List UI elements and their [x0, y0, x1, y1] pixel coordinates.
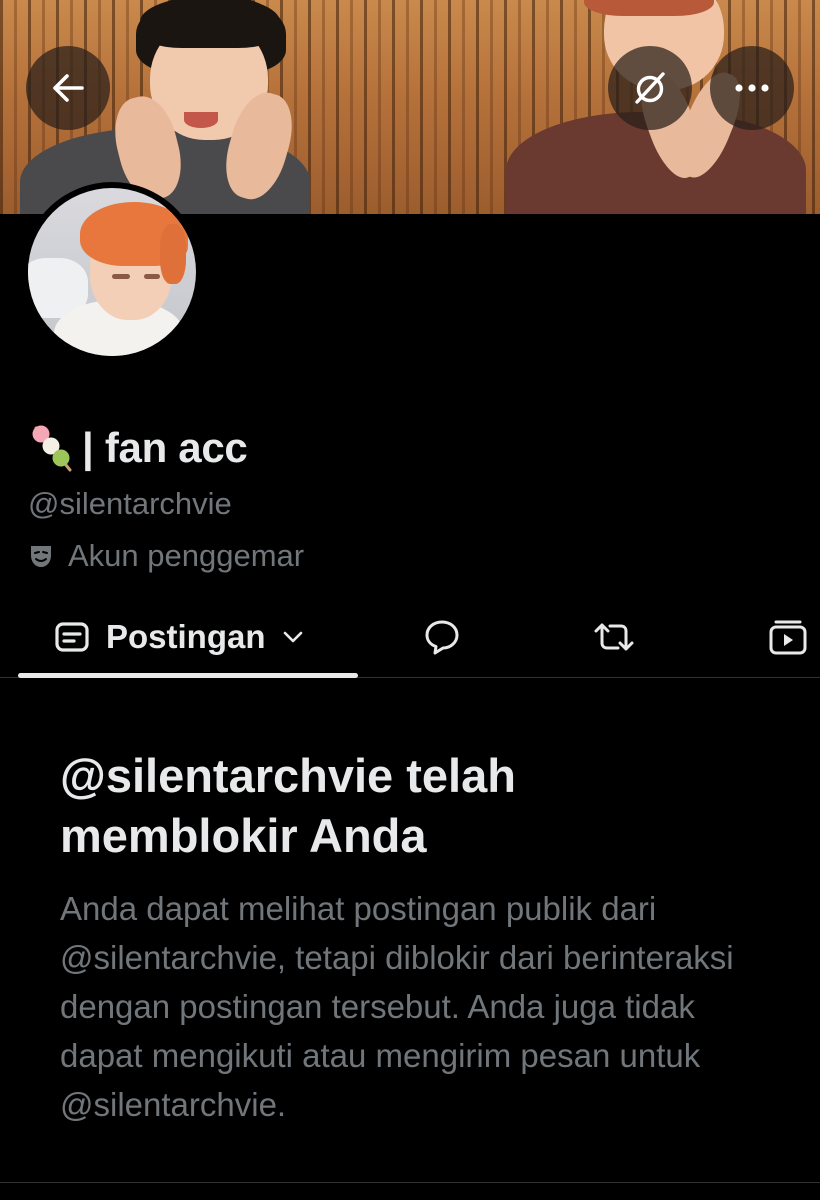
display-name: | fan acc [28, 420, 248, 476]
profile-category: Akun penggemar [28, 536, 304, 576]
tab-replies[interactable] [412, 596, 472, 678]
more-options-button[interactable] [710, 46, 794, 130]
media-video-icon [769, 620, 807, 655]
tab-media[interactable] [758, 596, 818, 678]
reply-bubble-icon [425, 620, 459, 655]
user-handle: @silentarchvie [28, 486, 232, 521]
posts-icon [55, 622, 89, 652]
blocked-title: @silentarchvie telah memblokir Anda [60, 749, 516, 862]
avatar-photo [28, 188, 196, 356]
tab-posts-label: Postingan [106, 618, 266, 655]
tab-posts[interactable]: Postingan [18, 596, 358, 678]
arrow-left-icon [53, 74, 84, 102]
blocked-description: Anda dapat melihat postingan publik dari… [60, 890, 734, 1123]
profile-avatar[interactable] [22, 182, 202, 362]
profile-tabs: Postingan [0, 596, 820, 678]
tab-reposts[interactable] [584, 596, 644, 678]
circle-slash-icon [635, 72, 665, 104]
back-button[interactable] [26, 46, 110, 130]
performing-arts-mask-icon [31, 546, 51, 567]
dango-emoji [32, 425, 72, 472]
more-horizontal-icon [735, 84, 769, 92]
repost-icon [594, 623, 634, 651]
bottom-divider [0, 1182, 820, 1183]
category-label: Akun penggemar [68, 538, 305, 573]
active-tab-indicator [18, 673, 358, 678]
circle-slash-button[interactable] [608, 46, 692, 130]
chevron-down-icon[interactable] [282, 630, 304, 644]
display-name-text: | fan acc [82, 424, 248, 471]
